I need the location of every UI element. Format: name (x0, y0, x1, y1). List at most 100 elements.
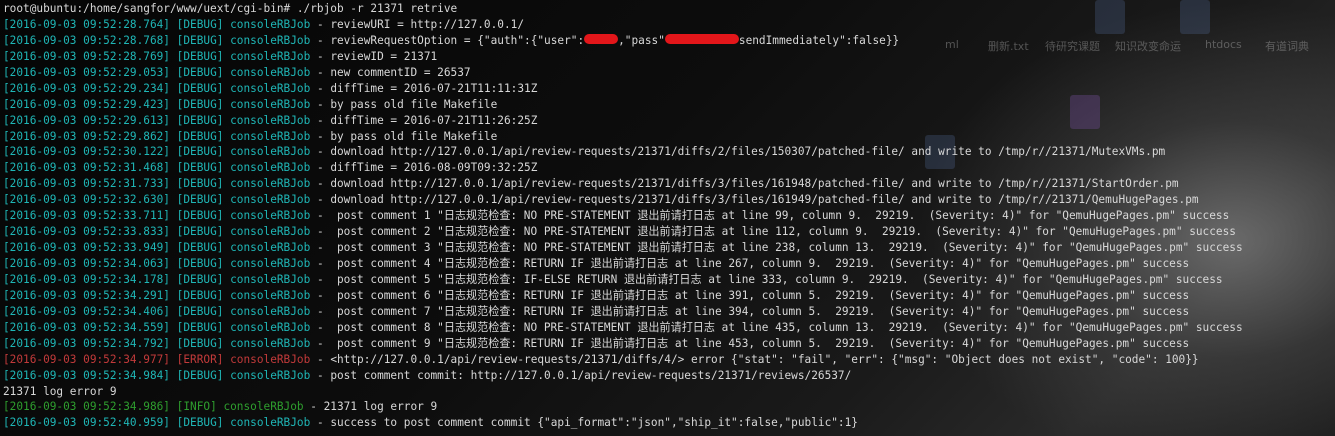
log-source: consoleRBJob (230, 49, 311, 63)
log-line: [2016-09-03 09:52:29.423] [DEBUG] consol… (3, 97, 1243, 113)
log-timestamp: [2016-09-03 09:52:29.862] (3, 129, 170, 143)
log-message: - success to post comment commit {"api_f… (310, 416, 858, 430)
log-message: - by pass old file Makefile (310, 97, 498, 111)
log-message: - diffTime = 2016-08-09T09:32:25Z (310, 161, 538, 175)
log-level: [ERROR] (176, 352, 224, 366)
log-line: [2016-09-03 09:52:34.984] [DEBUG] consol… (3, 368, 1243, 384)
log-source: consoleRBJob (230, 241, 311, 255)
log-level: [DEBUG] (176, 241, 224, 255)
terminal-output: root@ubuntu:/home/sangfor/www/uext/cgi-b… (3, 1, 1243, 431)
log-source: consoleRBJob (230, 17, 311, 31)
log-line: [2016-09-03 09:52:31.468] [DEBUG] consol… (3, 160, 1243, 176)
log-line: [2016-09-03 09:52:34.063] [DEBUG] consol… (3, 256, 1243, 272)
log-timestamp: [2016-09-03 09:52:31.733] (3, 177, 170, 191)
log-line: [2016-09-03 09:52:34.977] [ERROR] consol… (3, 352, 1243, 368)
log-line: [2016-09-03 09:52:32.630] [DEBUG] consol… (3, 192, 1243, 208)
desktop-label: 有道词典 (1265, 40, 1309, 53)
log-timestamp: [2016-09-03 09:52:28.764] (3, 17, 170, 31)
log-line: [2016-09-03 09:52:34.559] [DEBUG] consol… (3, 320, 1243, 336)
log-source: consoleRBJob (230, 97, 311, 111)
log-line: [2016-09-03 09:52:33.949] [DEBUG] consol… (3, 240, 1243, 256)
log-timestamp: [2016-09-03 09:52:34.291] (3, 288, 170, 302)
log-message: - diffTime = 2016-07-21T11:26:25Z (310, 113, 538, 127)
log-level: [DEBUG] (176, 368, 224, 382)
redaction-mark (584, 34, 619, 45)
log-timestamp: [2016-09-03 09:52:31.468] (3, 161, 170, 175)
log-line: [2016-09-03 09:52:29.234] [DEBUG] consol… (3, 81, 1243, 97)
log-line: [2016-09-03 09:52:34.406] [DEBUG] consol… (3, 304, 1243, 320)
log-level: [DEBUG] (176, 113, 224, 127)
log-source: consoleRBJob (230, 65, 311, 79)
log-message: - by pass old file Makefile (310, 129, 498, 143)
log-timestamp: [2016-09-03 09:52:33.949] (3, 241, 170, 255)
log-level: [DEBUG] (176, 209, 224, 223)
log-level: [DEBUG] (176, 145, 224, 159)
log-message: - 21371 log error 9 (303, 400, 438, 414)
log-message: - post comment 2 "日志规范检查: NO PRE-STATEME… (310, 225, 1236, 239)
log-timestamp: [2016-09-03 09:52:34.986] (3, 400, 170, 414)
log-line: [2016-09-03 09:52:34.291] [DEBUG] consol… (3, 288, 1243, 304)
log-timestamp: [2016-09-03 09:52:29.423] (3, 97, 170, 111)
log-line: [2016-09-03 09:52:30.122] [DEBUG] consol… (3, 144, 1243, 160)
log-level: [DEBUG] (176, 81, 224, 95)
log-level: [DEBUG] (176, 17, 224, 31)
log-message: - new commentID = 26537 (310, 65, 471, 79)
log-line: 21371 log error 9 (3, 384, 1243, 400)
log-source: consoleRBJob (230, 33, 311, 47)
log-source: consoleRBJob (230, 225, 311, 239)
log-timestamp: [2016-09-03 09:52:29.053] (3, 65, 170, 79)
log-source: consoleRBJob (230, 209, 311, 223)
log-message-part: sendImmediately":false}} (738, 33, 900, 47)
log-source: consoleRBJob (230, 129, 311, 143)
log-level: [DEBUG] (176, 33, 224, 47)
log-source: consoleRBJob (230, 177, 311, 191)
log-timestamp: [2016-09-03 09:52:29.234] (3, 81, 170, 95)
log-timestamp: [2016-09-03 09:52:34.559] (3, 320, 170, 334)
log-timestamp: [2016-09-03 09:52:34.792] (3, 336, 170, 350)
log-line: [2016-09-03 09:52:34.178] [DEBUG] consol… (3, 272, 1243, 288)
log-level: [DEBUG] (176, 336, 224, 350)
log-message: - reviewRequestOption = {"auth":{"user": (310, 33, 585, 47)
log-level: [DEBUG] (176, 129, 224, 143)
log-line: [2016-09-03 09:52:28.768] [DEBUG] consol… (3, 33, 1243, 49)
log-source: consoleRBJob (230, 145, 311, 159)
log-message: - reviewURI = http://127.0.0.1/ (310, 17, 525, 31)
log-message: - post comment 6 "日志规范检查: RETURN IF 退出前请… (310, 288, 1190, 302)
log-level: [DEBUG] (176, 177, 224, 191)
log-line: [2016-09-03 09:52:34.792] [DEBUG] consol… (3, 336, 1243, 352)
log-line: [2016-09-03 09:52:29.053] [DEBUG] consol… (3, 65, 1243, 81)
log-message: - post comment 5 "日志规范检查: IF-ELSE RETURN… (310, 272, 1223, 286)
log-timestamp: [2016-09-03 09:52:29.613] (3, 113, 170, 127)
log-timestamp: [2016-09-03 09:52:34.977] (3, 352, 170, 366)
log-source: consoleRBJob (230, 416, 311, 430)
log-level: [DEBUG] (176, 272, 224, 286)
log-source: consoleRBJob (230, 352, 311, 366)
log-timestamp: [2016-09-03 09:52:28.768] (3, 33, 170, 47)
log-timestamp: [2016-09-03 09:52:40.959] (3, 416, 170, 430)
log-level: [DEBUG] (176, 304, 224, 318)
log-source: consoleRBJob (230, 288, 311, 302)
log-line: [2016-09-03 09:52:33.833] [DEBUG] consol… (3, 224, 1243, 240)
log-line: [2016-09-03 09:52:33.711] [DEBUG] consol… (3, 208, 1243, 224)
log-message: - post comment commit: http://127.0.0.1/… (310, 368, 852, 382)
log-source: consoleRBJob (230, 320, 311, 334)
shell-prompt-line: root@ubuntu:/home/sangfor/www/uext/cgi-b… (3, 2, 458, 15)
log-message: - download http://127.0.0.1/api/review-r… (310, 145, 1166, 159)
log-level: [DEBUG] (176, 49, 224, 63)
log-line: [2016-09-03 09:52:34.986] [INFO] console… (3, 399, 1243, 415)
log-source: consoleRBJob (230, 368, 311, 382)
log-message: - <http://127.0.0.1/api/review-requests/… (310, 352, 1199, 366)
log-source: consoleRBJob (230, 113, 311, 127)
log-line: [2016-09-03 09:52:29.862] [DEBUG] consol… (3, 129, 1243, 145)
terminal-window[interactable]: ml 删新.txt 待研究课题 知识改变命运 htdocs 有道词典 root@… (0, 0, 1335, 436)
log-level: [DEBUG] (176, 65, 224, 79)
log-timestamp: [2016-09-03 09:52:34.063] (3, 257, 170, 270)
log-level: [DEBUG] (176, 97, 224, 111)
log-line: [2016-09-03 09:52:31.733] [DEBUG] consol… (3, 176, 1243, 192)
log-line: [2016-09-03 09:52:40.959] [DEBUG] consol… (3, 415, 1243, 431)
log-message: - post comment 9 "日志规范检查: RETURN IF 退出前请… (310, 336, 1190, 350)
log-message: - post comment 4 "日志规范检查: RETURN IF 退出前请… (310, 257, 1190, 270)
log-timestamp: [2016-09-03 09:52:33.833] (3, 225, 170, 239)
log-source: consoleRBJob (230, 272, 311, 286)
log-level: [INFO] (176, 400, 217, 414)
